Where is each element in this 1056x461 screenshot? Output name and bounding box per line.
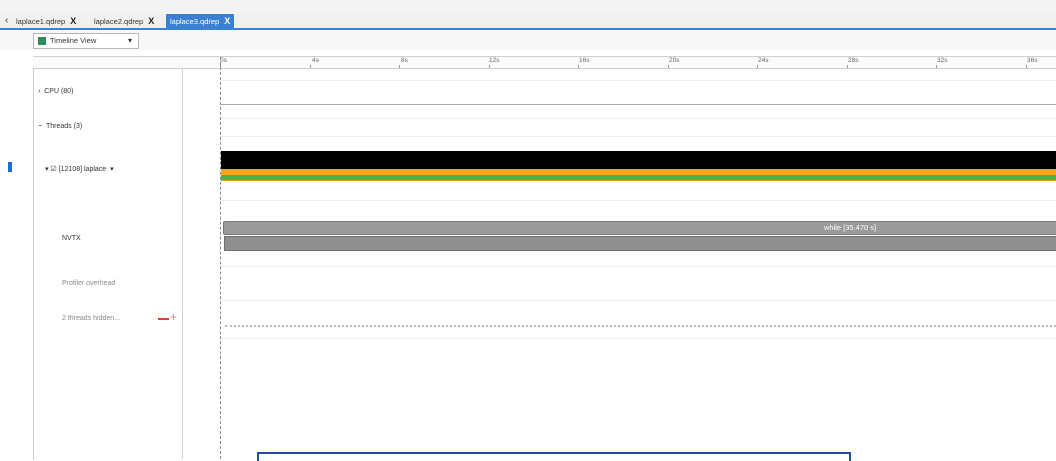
ruler-tick-label: 12s [489,57,500,64]
collapse-arrow-icon[interactable]: ▾ [45,166,49,173]
row-label: Profiler overhead [62,280,116,287]
timeline-view-icon [38,37,46,45]
close-icon[interactable]: X [148,16,154,26]
ruler-tick-label: 32s [937,57,948,64]
ruler-tick-mark [1026,65,1027,68]
hidden-threads-indicator [158,318,169,320]
cpu-utilization-line[interactable] [221,104,1056,105]
ruler-tick-label: 24s [758,57,769,64]
tab-bar [0,14,1056,30]
tab-label: laplace3.qdrep [170,17,220,26]
thread-cpu-usage-bar[interactable] [221,151,1056,169]
row-separator [220,80,1056,81]
checkbox[interactable]: ☑ [50,166,56,173]
ruler-tick-mark [757,65,758,68]
ruler-tick-mark [399,65,400,68]
ruler-tick-mark [668,65,669,68]
tab-label: laplace1.qdrep [16,17,66,26]
ruler-tick-label: 16s [579,57,590,64]
row-separator [220,300,1056,301]
close-icon[interactable]: X [224,16,230,26]
window-title-strip [0,0,1056,15]
nvtx-range-label: while [35.470 s] [824,223,877,232]
tab-laplace2[interactable]: laplace2.qdrep X [90,14,158,28]
collapse-arrow-icon[interactable]: − [38,123,42,130]
row-label: [12108] laplace [58,166,107,173]
row-separator [220,136,1056,137]
row-label: 2 threads hidden... [62,315,120,322]
row-profiler-overhead[interactable]: Profiler overhead [62,280,115,287]
row-cpu[interactable]: › CPU (80) [38,88,73,95]
expand-arrow-icon[interactable]: › [38,88,40,95]
view-selector-dropdown[interactable]: Timeline View ▾ [33,33,139,49]
tab-scroll-left-icon[interactable]: ‹ [5,14,8,28]
nvtx-range-while[interactable]: while [35.470 s] [223,221,1056,235]
view-toolbar [0,30,1056,50]
plus-icon[interactable]: + [170,311,177,323]
row-label: CPU (80) [44,88,74,95]
tab-label: laplace2.qdrep [94,17,144,26]
selection-marker [8,162,12,172]
nvtx-range-projection[interactable] [224,236,1056,251]
row-threads[interactable]: − Threads (3) [38,123,82,130]
view-selector-label: Timeline View [50,36,97,45]
ruler-tick-mark [578,65,579,68]
row-separator [220,266,1056,267]
thread-state-bar-green[interactable] [221,175,1056,181]
chevron-down-icon: ▾ [127,36,132,45]
ruler-tick-label: 4s [312,57,319,64]
ruler-tick-mark [847,65,848,68]
ruler-tick-label: 20s [669,57,680,64]
time-cursor-line[interactable] [220,57,221,459]
close-icon[interactable]: X [70,16,76,26]
row-separator [220,338,1056,339]
ruler-tick-label: 0s [220,57,227,64]
ruler-tick-label: 36s [1027,57,1038,64]
ruler-tick-mark [936,65,937,68]
tab-laplace1[interactable]: laplace1.qdrep X [12,14,80,28]
ruler-tick-mark [489,65,490,68]
tab-laplace3[interactable]: laplace3.qdrep X [166,14,235,28]
row-label: NVTX [62,235,81,242]
row-separator [220,118,1056,119]
chevron-down-icon[interactable]: ▾ [110,166,114,173]
row-separator [220,200,1056,201]
bottom-overlay-panel [257,452,851,461]
ruler-tick-label: 8s [401,57,408,64]
row-hidden-threads[interactable]: 2 threads hidden... [62,315,120,322]
row-nvtx[interactable]: NVTX [62,235,81,242]
hidden-threads-activity [225,325,1056,327]
row-laplace-thread[interactable]: ▾ ☑ [12108] laplace ▾ [45,165,114,173]
ruler-tick-mark [310,65,311,68]
ruler-tick-label: 28s [848,57,859,64]
row-label: Threads (3) [45,123,83,130]
row-labels-gutter [182,68,220,459]
